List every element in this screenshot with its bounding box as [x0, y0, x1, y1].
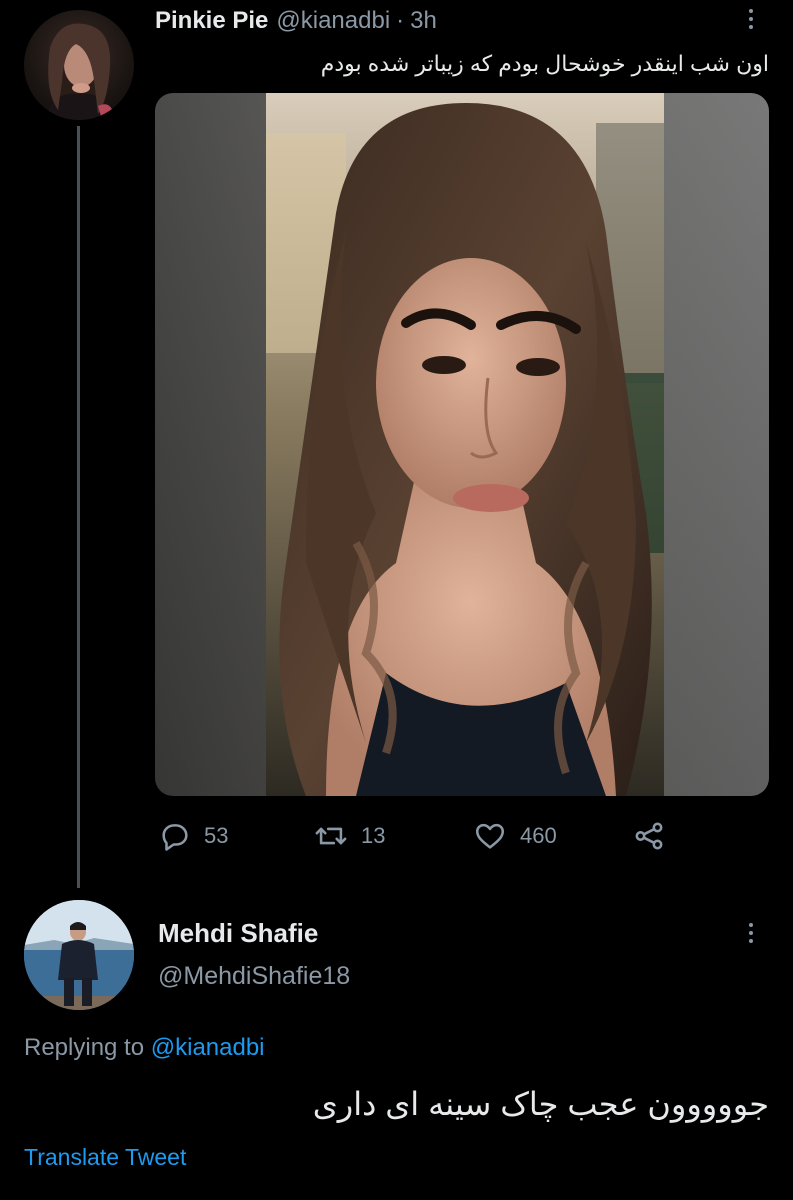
reply-author-handle[interactable]: @MehdiShafie18 [158, 962, 350, 991]
like-count: 460 [520, 823, 557, 848]
reply-author-display-name[interactable]: Mehdi Shafie [158, 918, 318, 949]
reply-count: 53 [204, 823, 229, 848]
author-handle[interactable]: @kianadbi [276, 7, 390, 35]
reply-tweet-text: جووووون عجب چاک سینه ای داری [312, 1086, 769, 1122]
translate-tweet-link[interactable]: Translate Tweet [24, 1144, 186, 1171]
share-action[interactable] [632, 815, 666, 857]
tweet-timestamp[interactable]: 3h [410, 7, 437, 35]
reply-author-avatar[interactable] [24, 900, 134, 1010]
retweet-arrows-icon [315, 827, 347, 845]
replying-to-prefix: Replying to [24, 1034, 145, 1061]
author-avatar[interactable] [24, 10, 134, 120]
reply-bubble-icon [162, 824, 188, 851]
reply-more-options-icon[interactable] [741, 918, 761, 948]
thread-connector-line [77, 126, 80, 888]
tweet-header: Pinkie Pie @kianadbi · 3h [155, 4, 437, 38]
tweet-media[interactable] [155, 93, 769, 796]
tweet-text: اون شب اینقدر خوشحال بودم که زیباتر شده … [320, 51, 769, 76]
header-separator: · [396, 7, 405, 34]
more-options-icon[interactable] [741, 4, 761, 34]
share-nodes-icon [635, 822, 663, 850]
reply-action[interactable]: 53 [158, 815, 228, 857]
like-action[interactable]: 460 [472, 815, 557, 857]
avatar-portrait-icon [44, 23, 116, 120]
retweet-count: 13 [361, 823, 386, 848]
heart-icon [475, 823, 505, 849]
avatar-portrait-icon [24, 900, 134, 1010]
replying-to: Replying to @kianadbi [24, 1034, 265, 1062]
retweet-action[interactable]: 13 [313, 815, 385, 857]
author-display-name[interactable]: Pinkie Pie [155, 7, 268, 35]
tweet-actions: 53 13 460 [155, 815, 675, 857]
replying-to-mention[interactable]: @kianadbi [151, 1034, 265, 1061]
selfie-photo-icon [266, 93, 664, 796]
